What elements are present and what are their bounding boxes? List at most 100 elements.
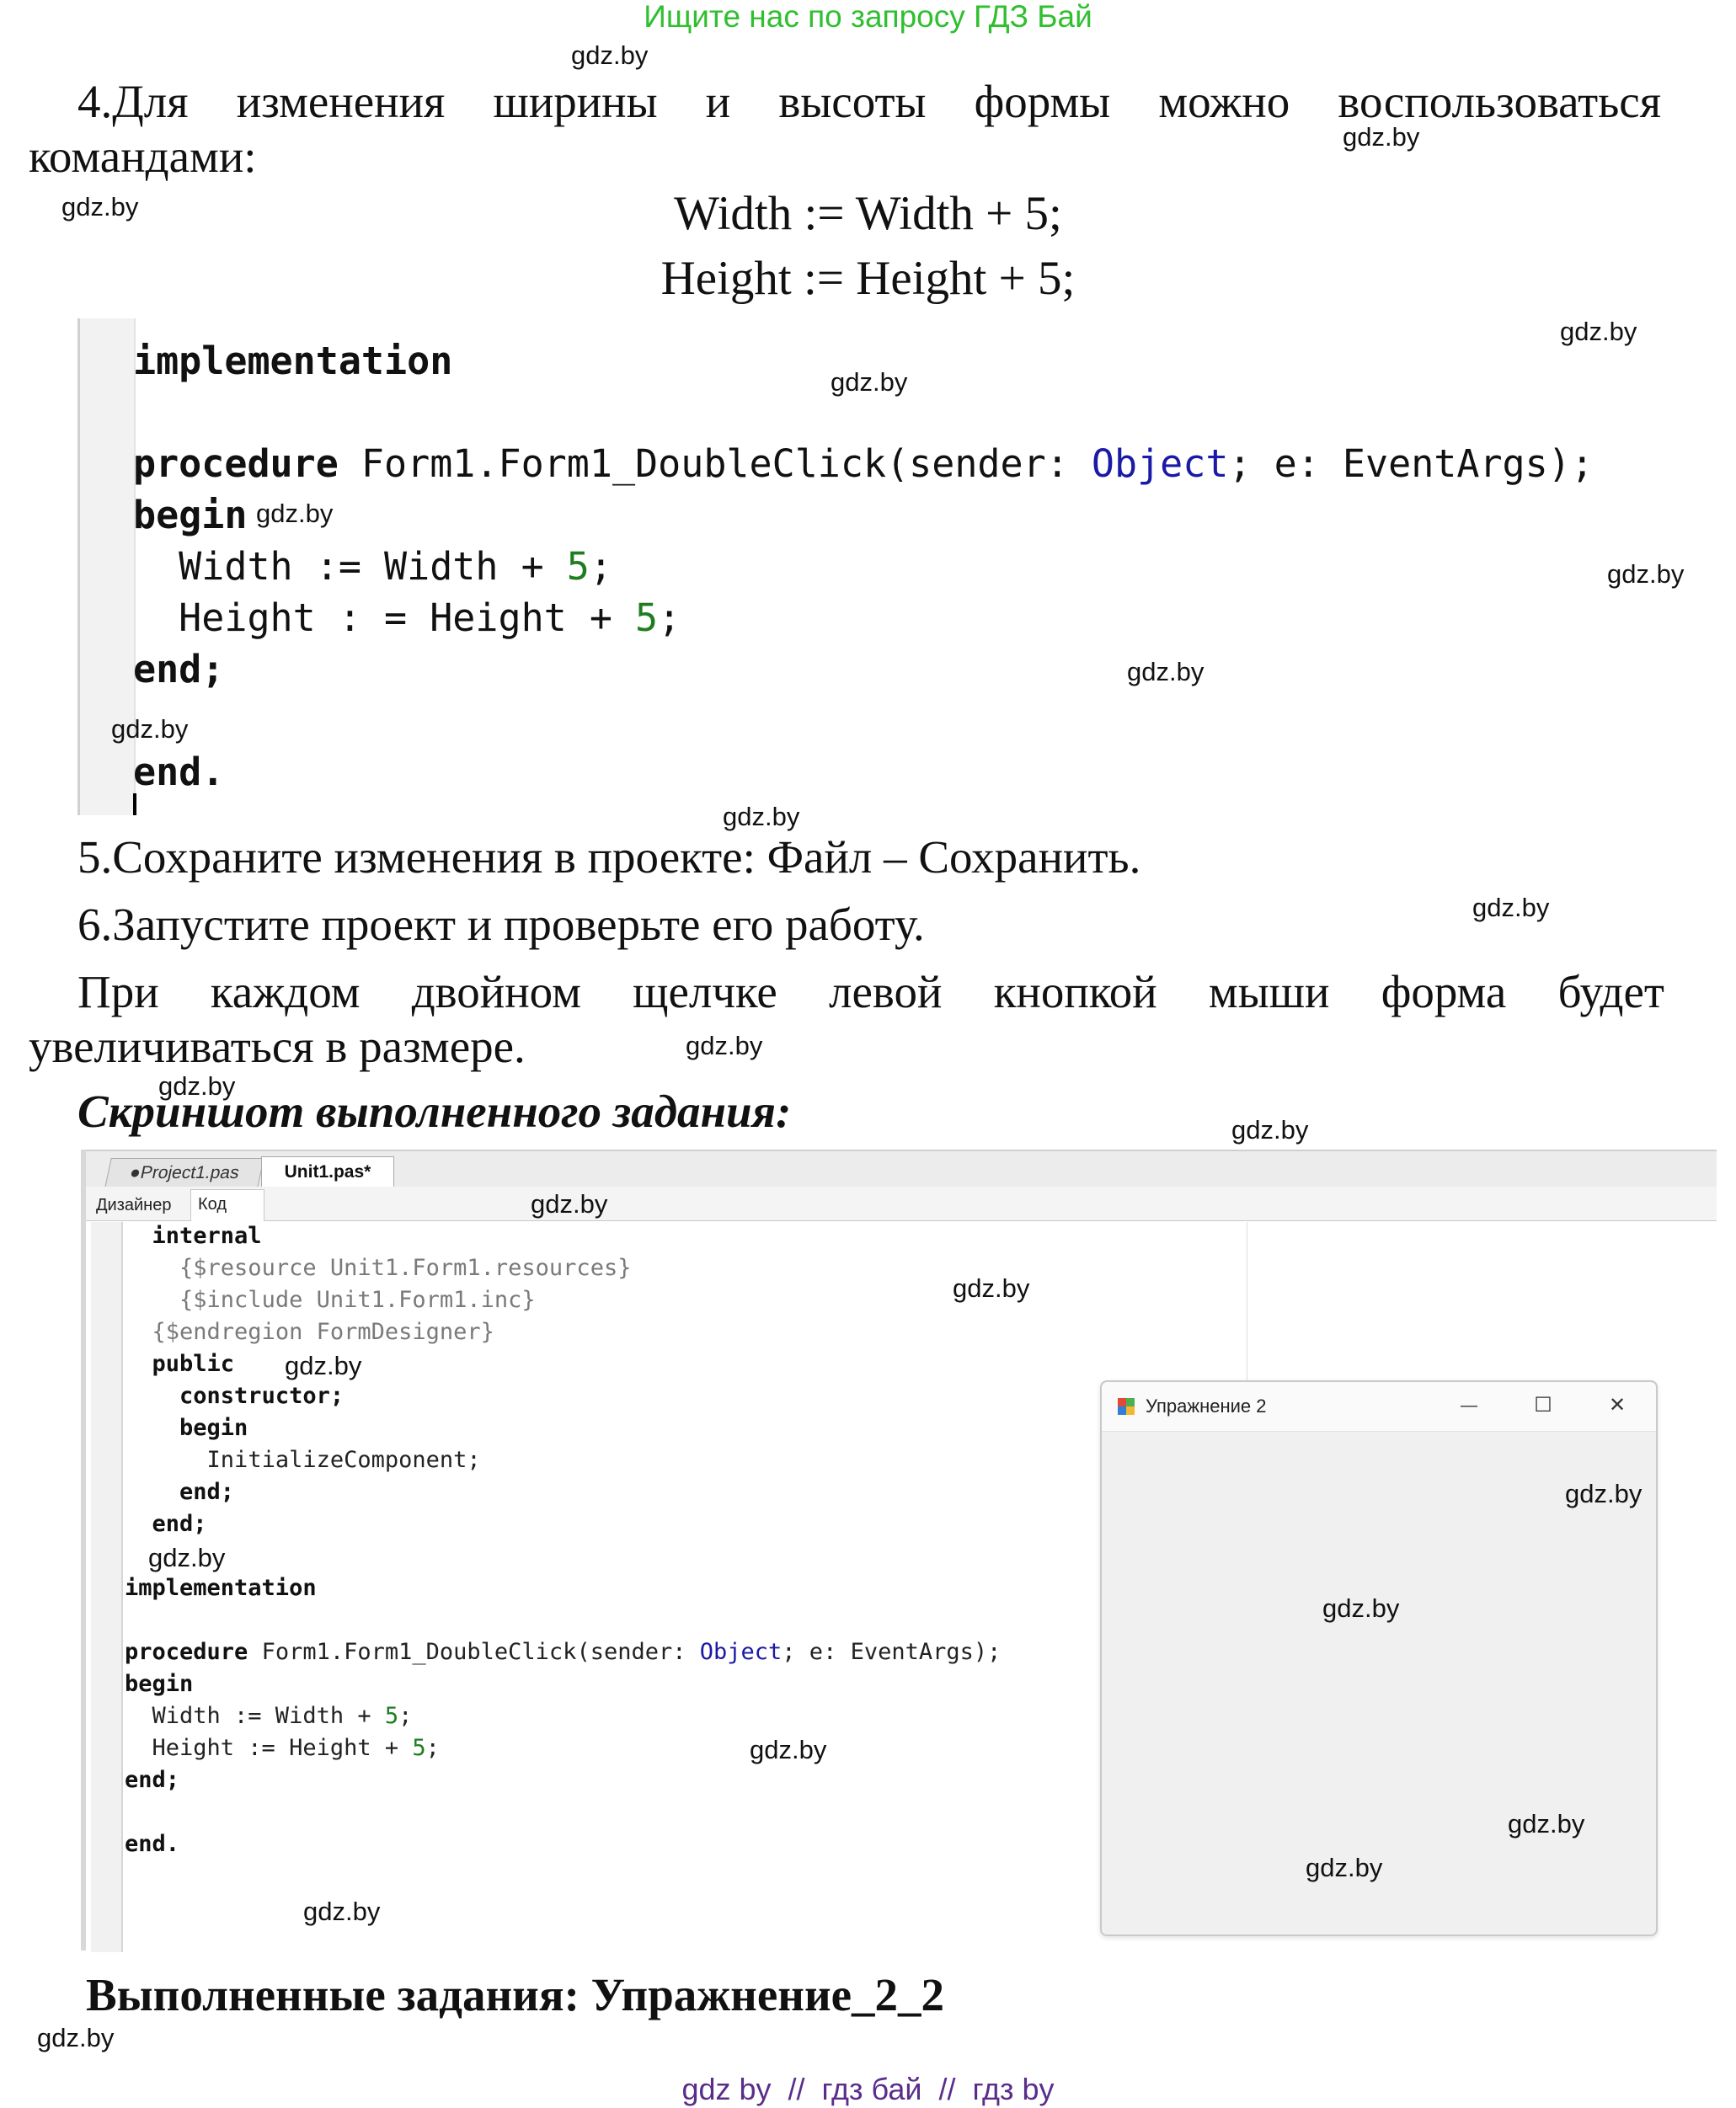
app-icon — [1117, 1397, 1135, 1416]
word: формы — [974, 76, 1111, 127]
tab-project1-pas[interactable]: ●Project1.pas — [104, 1158, 264, 1187]
code-keyword: begin — [125, 1671, 194, 1697]
code-keyword: public — [152, 1351, 235, 1377]
watermark: gdz.by — [1343, 122, 1420, 152]
code-keyword: implementation — [125, 1575, 317, 1601]
watermark: gdz.by — [686, 1031, 763, 1060]
code-keyword: procedure — [125, 1639, 248, 1665]
code-keyword: end; — [133, 647, 225, 691]
code-type: Object — [699, 1639, 783, 1665]
formula-height: Height := Height + 5; — [660, 252, 1076, 305]
code-directive: {$endregion FormDesigner} — [152, 1319, 494, 1345]
word: 4.Для — [77, 76, 189, 127]
tab-unit1-pas[interactable]: Unit1.pas* — [261, 1156, 394, 1187]
watermark: gdz.by — [1127, 657, 1205, 686]
code-type: Object — [1091, 441, 1229, 486]
word: кнопкой — [993, 966, 1157, 1017]
watermark: gdz.by — [531, 1189, 608, 1219]
watermark: gdz.by — [148, 1543, 226, 1572]
watermark: gdz.by — [1322, 1593, 1400, 1623]
form-title: Упражнение 2 — [1146, 1396, 1267, 1417]
code-number: 5 — [566, 544, 590, 589]
paragraph-5: 5.Сохраните изменения в проекте: Файл – … — [77, 831, 1141, 883]
watermark: gdz.by — [1306, 1853, 1383, 1882]
ide-code[interactable]: internal {$resource Unit1.Form1.resource… — [125, 1220, 1001, 1860]
word: каждом — [210, 966, 361, 1017]
footer-links[interactable]: gdz by // гдз бай // гдз by — [0, 2072, 1736, 2107]
word: ширины — [493, 76, 658, 127]
code-snippet: implementation procedure Form1.Form1_Dou… — [133, 335, 1594, 798]
watermark: gdz.by — [285, 1351, 362, 1380]
code-directive: {$include Unit1.Form1.inc} — [179, 1287, 536, 1313]
minimize-icon[interactable]: — — [1452, 1392, 1486, 1419]
code-keyword: end; — [125, 1767, 180, 1793]
code-text: ; — [425, 1735, 440, 1761]
word: форма — [1381, 966, 1507, 1017]
word: левой — [829, 966, 943, 1017]
paragraph-7-line-2: увеличиваться в размере. — [29, 1021, 526, 1072]
code-keyword: implementation — [133, 339, 453, 383]
ide-tab-frame — [81, 1150, 86, 1951]
watermark: gdz.by — [953, 1273, 1030, 1303]
code-number: 5 — [412, 1735, 426, 1761]
word: При — [77, 966, 159, 1017]
watermark: gdz.by — [256, 499, 334, 528]
paragraph-6: 6.Запустите проект и проверьте его работ… — [77, 899, 925, 950]
code-keyword: end; — [152, 1511, 207, 1537]
code-keyword: end; — [179, 1479, 235, 1505]
word: высоты — [778, 76, 927, 127]
close-icon[interactable]: ✕ — [1600, 1392, 1634, 1419]
code-keyword: begin — [133, 493, 248, 537]
editor-gutter — [91, 1222, 123, 1952]
watermark: gdz.by — [303, 1897, 381, 1926]
header-banner[interactable]: Ищите нас по запросу ГДЗ Бай — [0, 0, 1736, 34]
maximize-icon[interactable]: ☐ — [1526, 1392, 1560, 1419]
watermark: gdz.by — [1607, 559, 1685, 589]
watermark: gdz.by — [61, 192, 139, 221]
footer-heading: Выполненные задания: Упражнение_2_2 — [86, 1969, 945, 2020]
ide-screenshot: ●Project1.pas Unit1.pas* Дизайнер Код in… — [81, 1150, 1717, 1952]
code-keyword: constructor; — [179, 1383, 345, 1409]
subtab-code[interactable]: Код — [190, 1189, 264, 1221]
code-keyword: end. — [125, 1831, 180, 1857]
code-text: ; — [398, 1703, 413, 1729]
code-text: Width := Width + — [133, 544, 567, 589]
code-text: ; e: EventArgs); — [1228, 441, 1594, 486]
word: будет — [1557, 966, 1664, 1017]
word: щелчке — [633, 966, 777, 1017]
paragraph-4-line-2: командами: — [29, 131, 257, 182]
watermark: gdz.by — [1231, 1115, 1309, 1145]
text-cursor — [133, 793, 136, 815]
paragraph-7-line-1: При каждом двойном щелчке левой кнопкой … — [77, 964, 1664, 1020]
code-number: 5 — [384, 1703, 399, 1729]
code-keyword: procedure — [133, 441, 339, 486]
watermark: gdz.by — [111, 714, 189, 744]
code-keyword: end. — [133, 750, 225, 794]
subtab-designer[interactable]: Дизайнер — [96, 1193, 171, 1218]
watermark: gdz.by — [1565, 1479, 1643, 1508]
watermark: gdz.by — [1560, 317, 1637, 346]
code-directive: {$resource Unit1.Form1.resources} — [179, 1255, 632, 1281]
watermark: gdz.by — [571, 40, 649, 70]
code-text: Height := Height + — [125, 1735, 413, 1761]
watermark: gdz.by — [1508, 1809, 1585, 1838]
watermark: gdz.by — [37, 2023, 115, 2052]
watermark: gdz.by — [723, 802, 800, 831]
word: и — [705, 76, 731, 127]
formula-width: Width := Width + 5; — [674, 187, 1062, 240]
code-text: Height : = Height + — [133, 595, 636, 640]
code-text: Form1.Form1_DoubleClick(sender: — [248, 1639, 700, 1665]
code-number: 5 — [635, 595, 659, 640]
code-text: Width := Width + — [125, 1703, 385, 1729]
ide-subtab-row — [86, 1187, 1717, 1221]
code-text: InitializeComponent; — [206, 1447, 481, 1473]
